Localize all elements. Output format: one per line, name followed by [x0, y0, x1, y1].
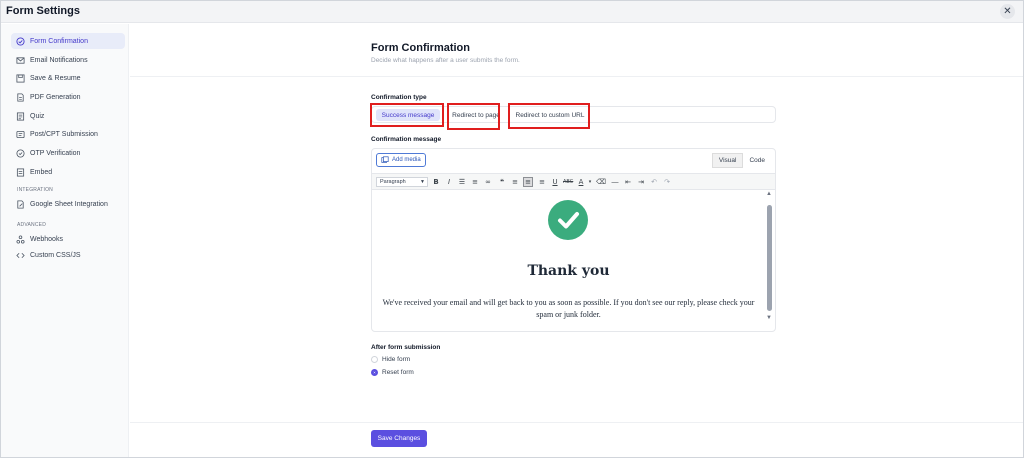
underline-icon[interactable]: U: [550, 177, 560, 187]
page-title: Form Confirmation: [371, 42, 470, 54]
format-select-value: Paragraph: [380, 179, 406, 185]
confirmation-message-text: We've received your email and will get b…: [382, 298, 755, 319]
sidebar-item-form-confirmation[interactable]: Form Confirmation: [11, 33, 125, 49]
sidebar-item-label: Post/CPT Submission: [30, 130, 98, 138]
sidebar: Form Confirmation Email Notifications Sa…: [1, 24, 129, 457]
sidebar-item-label: Embed: [30, 168, 53, 176]
bold-icon[interactable]: B: [431, 177, 441, 187]
page-subtitle: Decide what happens after a user submits…: [371, 57, 520, 64]
thank-you-heading: Thank you: [527, 263, 610, 279]
sidebar-item-label: Save & Resume: [30, 74, 81, 82]
after-submission-label: After form submission: [371, 344, 441, 351]
confirmation-type-label: Confirmation type: [371, 94, 427, 101]
header-divider: [130, 76, 1023, 77]
add-media-button[interactable]: Add media: [376, 153, 426, 167]
mail-icon: [16, 56, 25, 65]
tab-code[interactable]: Code: [743, 153, 771, 168]
outdent-icon[interactable]: ⇤: [623, 177, 633, 187]
strikethrough-icon[interactable]: ABC: [563, 177, 573, 187]
align-center-icon[interactable]: ≡: [523, 177, 533, 187]
editor-mode-tabs: Visual Code: [711, 153, 771, 168]
bullet-list-icon[interactable]: ☰: [457, 177, 467, 187]
highlight-box-redirect-url: [508, 103, 590, 129]
scroll-thumb[interactable]: [767, 205, 772, 311]
save-changes-button[interactable]: Save Changes: [371, 430, 427, 447]
sidebar-item-label: Email Notifications: [30, 56, 88, 64]
indent-icon[interactable]: ⇥: [636, 177, 646, 187]
sidebar-item-post-cpt-submission[interactable]: Post/CPT Submission: [11, 126, 125, 142]
editor-content[interactable]: Thank you We've received your email and …: [372, 191, 765, 327]
italic-icon[interactable]: I: [444, 177, 454, 187]
horizontal-rule-icon[interactable]: ―: [610, 177, 620, 187]
success-check-icon: [548, 200, 588, 240]
shield-icon: [16, 148, 25, 158]
form-settings-window: Form Settings ✕ Form Confirmation Email …: [0, 0, 1024, 458]
editor-scrollbar[interactable]: ▲ ▼: [765, 191, 774, 327]
highlight-box-success: [370, 103, 444, 127]
save-icon: [16, 73, 25, 83]
sidebar-item-quiz[interactable]: Quiz: [11, 108, 125, 124]
editor-toolbar: Paragraph ▼ B I ☰ ≡ ∞ ❝ ≡ ≡ ≡ U ABC A ▾ …: [372, 173, 775, 190]
radio-label: Hide form: [382, 356, 411, 363]
advanced-heading: ADVANCED: [17, 222, 47, 228]
sidebar-item-otp-verification[interactable]: OTP Verification: [11, 145, 125, 161]
format-select[interactable]: Paragraph ▼: [376, 177, 428, 187]
webhook-icon: [16, 234, 25, 244]
add-media-label: Add media: [392, 157, 421, 163]
sidebar-item-label: Custom CSS/JS: [30, 251, 81, 259]
sidebar-item-webhooks[interactable]: Webhooks: [11, 231, 125, 247]
radio-button[interactable]: [371, 356, 378, 363]
sidebar-item-save-resume[interactable]: Save & Resume: [11, 70, 125, 86]
rich-text-editor: Add media Visual Code Paragraph ▼ B I ☰ …: [371, 148, 776, 332]
window-title: Form Settings: [6, 5, 80, 17]
sidebar-item-label: Webhooks: [30, 235, 63, 243]
sidebar-item-embed[interactable]: Embed: [11, 164, 125, 180]
code-icon: [16, 251, 25, 260]
sidebar-item-label: PDF Generation: [30, 93, 81, 101]
add-media-icon: [381, 156, 389, 163]
align-left-icon[interactable]: ≡: [510, 177, 520, 187]
close-button[interactable]: ✕: [1000, 4, 1015, 19]
sidebar-item-pdf-generation[interactable]: PDF Generation: [11, 89, 125, 105]
integration-heading: INTEGRATION: [17, 187, 53, 193]
radio-hide-form[interactable]: Hide form: [371, 356, 410, 363]
sidebar-item-label: Google Sheet Integration: [30, 200, 108, 208]
main-panel: Form Confirmation Decide what happens af…: [130, 24, 1023, 457]
sidebar-item-label: Quiz: [30, 112, 45, 120]
sidebar-item-custom-css-js[interactable]: Custom CSS/JS: [11, 247, 125, 263]
post-icon: [16, 130, 25, 139]
sidebar-item-email-notifications[interactable]: Email Notifications: [11, 52, 125, 68]
sidebar-item-label: OTP Verification: [30, 149, 81, 157]
sidebar-item-label: Form Confirmation: [30, 37, 88, 45]
blockquote-icon[interactable]: ❝: [497, 177, 507, 187]
embed-icon: [16, 167, 25, 177]
text-color-chevron-icon[interactable]: ▾: [585, 177, 595, 187]
link-icon[interactable]: ∞: [483, 177, 493, 187]
confirmation-message-label: Confirmation message: [371, 136, 442, 143]
sheet-icon: [16, 199, 25, 209]
tab-visual[interactable]: Visual: [711, 153, 744, 168]
numbered-list-icon[interactable]: ≡: [470, 177, 480, 187]
scroll-down-icon[interactable]: ▼: [766, 315, 772, 321]
sidebar-item-google-sheet-integration[interactable]: Google Sheet Integration: [11, 196, 125, 212]
highlight-box-redirect-page: [447, 103, 500, 130]
chevron-down-icon: ▼: [420, 179, 425, 185]
close-icon: ✕: [1003, 6, 1012, 17]
eraser-icon[interactable]: ⌫: [596, 177, 606, 187]
radio-label: Reset form: [382, 369, 414, 376]
undo-icon[interactable]: ↶: [649, 177, 659, 187]
footer-divider: [130, 422, 1023, 423]
quiz-icon: [16, 111, 25, 121]
redo-icon[interactable]: ↷: [662, 177, 672, 187]
title-bar: Form Settings ✕: [1, 1, 1023, 23]
radio-reset-form[interactable]: Reset form: [371, 369, 414, 376]
radio-button[interactable]: [371, 369, 378, 376]
align-right-icon[interactable]: ≡: [537, 177, 547, 187]
scroll-up-icon[interactable]: ▲: [766, 191, 772, 197]
document-icon: [16, 92, 25, 102]
check-circle-icon: [16, 36, 25, 46]
